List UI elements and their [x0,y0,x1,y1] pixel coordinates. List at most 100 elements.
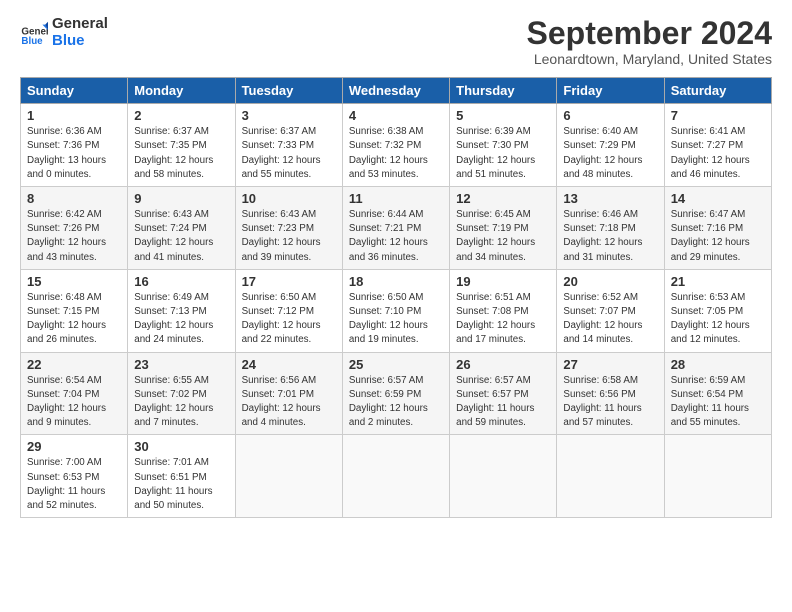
col-tuesday: Tuesday [235,78,342,104]
table-cell: 18Sunrise: 6:50 AM Sunset: 7:10 PM Dayli… [342,269,449,352]
day-info: Sunrise: 6:41 AM Sunset: 7:27 PM Dayligh… [671,125,765,182]
table-cell [450,435,557,518]
day-info: Sunrise: 6:58 AM Sunset: 6:56 PM Dayligh… [563,374,657,431]
day-number: 2 [134,108,228,123]
day-info: Sunrise: 6:38 AM Sunset: 7:32 PM Dayligh… [349,125,443,182]
day-number: 9 [134,191,228,206]
day-number: 23 [134,357,228,372]
day-info: Sunrise: 6:53 AM Sunset: 7:05 PM Dayligh… [671,291,765,348]
table-row: 29 Sunrise: 7:00 AM Sunset: 6:53 PM Dayli… [21,435,772,518]
day-info: Sunrise: 6:40 AM Sunset: 7:29 PM Dayligh… [563,125,657,182]
day-number: 11 [349,191,443,206]
location: Leonardtown, Maryland, United States [527,51,772,67]
logo-icon: General Blue [20,19,48,47]
table-cell [664,435,771,518]
day-info: Sunrise: 6:54 AM Sunset: 7:04 PM Dayligh… [27,374,121,431]
table-row: 8Sunrise: 6:42 AM Sunset: 7:26 PM Daylig… [21,187,772,270]
day-number: 26 [456,357,550,372]
table-cell: 16 Sunrise: 6:49 AM Sunset: 7:13 PM Dayli… [128,269,235,352]
table-cell: 17 Sunrise: 6:50 AM Sunset: 7:12 PM Dayli… [235,269,342,352]
table-cell: 3Sunrise: 6:37 AM Sunset: 7:33 PM Daylig… [235,104,342,187]
table-row: 1 Sunrise: 6:36 AM Sunset: 7:36 PM Daylig… [21,104,772,187]
table-cell: 5 Sunrise: 6:39 AM Sunset: 7:30 PM Daylig… [450,104,557,187]
col-monday: Monday [128,78,235,104]
day-number: 20 [563,274,657,289]
table-row: 22 Sunrise: 6:54 AM Sunset: 7:04 PM Dayli… [21,352,772,435]
table-cell: 20 Sunrise: 6:52 AM Sunset: 7:07 PM Dayli… [557,269,664,352]
table-cell: 14 Sunrise: 6:47 AM Sunset: 7:16 PM Dayli… [664,187,771,270]
day-number: 21 [671,274,765,289]
day-number: 7 [671,108,765,123]
col-sunday: Sunday [21,78,128,104]
day-number: 29 [27,439,121,454]
day-number: 6 [563,108,657,123]
col-saturday: Saturday [664,78,771,104]
table-cell: 1 Sunrise: 6:36 AM Sunset: 7:36 PM Daylig… [21,104,128,187]
day-info: Sunrise: 6:50 AM Sunset: 7:10 PM Dayligh… [349,291,443,348]
day-number: 22 [27,357,121,372]
day-info: Sunrise: 6:37 AM Sunset: 7:35 PM Dayligh… [134,125,228,182]
table-cell: 6 Sunrise: 6:40 AM Sunset: 7:29 PM Daylig… [557,104,664,187]
day-info: Sunrise: 6:48 AM Sunset: 7:15 PM Dayligh… [27,291,121,348]
day-info: Sunrise: 6:44 AM Sunset: 7:21 PM Dayligh… [349,208,443,265]
day-info: Sunrise: 6:59 AM Sunset: 6:54 PM Dayligh… [671,374,765,431]
day-number: 14 [671,191,765,206]
day-info: Sunrise: 6:49 AM Sunset: 7:13 PM Dayligh… [134,291,228,348]
table-cell: 11 Sunrise: 6:44 AM Sunset: 7:21 PM Dayli… [342,187,449,270]
header: General Blue General Blue September 2024… [20,16,772,67]
page: General Blue General Blue September 2024… [0,0,792,528]
day-number: 3 [242,108,336,123]
table-row: 15 Sunrise: 6:48 AM Sunset: 7:15 PM Dayli… [21,269,772,352]
col-wednesday: Wednesday [342,78,449,104]
table-cell: 29 Sunrise: 7:00 AM Sunset: 6:53 PM Dayli… [21,435,128,518]
day-number: 24 [242,357,336,372]
day-info: Sunrise: 7:00 AM Sunset: 6:53 PM Dayligh… [27,456,121,513]
table-cell: 13Sunrise: 6:46 AM Sunset: 7:18 PM Dayli… [557,187,664,270]
day-number: 28 [671,357,765,372]
day-number: 17 [242,274,336,289]
table-cell: 19 Sunrise: 6:51 AM Sunset: 7:08 PM Dayli… [450,269,557,352]
svg-text:Blue: Blue [21,36,43,47]
day-number: 1 [27,108,121,123]
table-cell: 2 Sunrise: 6:37 AM Sunset: 7:35 PM Daylig… [128,104,235,187]
table-cell: 28 Sunrise: 6:59 AM Sunset: 6:54 PM Dayli… [664,352,771,435]
title-block: September 2024 Leonardtown, Maryland, Un… [527,16,772,67]
day-number: 30 [134,439,228,454]
table-cell: 22 Sunrise: 6:54 AM Sunset: 7:04 PM Dayli… [21,352,128,435]
day-number: 19 [456,274,550,289]
day-info: Sunrise: 6:52 AM Sunset: 7:07 PM Dayligh… [563,291,657,348]
table-cell: 24 Sunrise: 6:56 AM Sunset: 7:01 PM Dayli… [235,352,342,435]
day-info: Sunrise: 6:43 AM Sunset: 7:24 PM Dayligh… [134,208,228,265]
table-cell: 4Sunrise: 6:38 AM Sunset: 7:32 PM Daylig… [342,104,449,187]
day-info: Sunrise: 6:51 AM Sunset: 7:08 PM Dayligh… [456,291,550,348]
day-info: Sunrise: 6:43 AM Sunset: 7:23 PM Dayligh… [242,208,336,265]
day-info: Sunrise: 6:55 AM Sunset: 7:02 PM Dayligh… [134,374,228,431]
table-cell: 9 Sunrise: 6:43 AM Sunset: 7:24 PM Daylig… [128,187,235,270]
calendar-header-row: Sunday Monday Tuesday Wednesday Thursday… [21,78,772,104]
day-info: Sunrise: 7:01 AM Sunset: 6:51 PM Dayligh… [134,456,228,513]
table-cell: 27Sunrise: 6:58 AM Sunset: 6:56 PM Dayli… [557,352,664,435]
table-cell: 21 Sunrise: 6:53 AM Sunset: 7:05 PM Dayli… [664,269,771,352]
day-number: 5 [456,108,550,123]
day-info: Sunrise: 6:50 AM Sunset: 7:12 PM Dayligh… [242,291,336,348]
day-info: Sunrise: 6:47 AM Sunset: 7:16 PM Dayligh… [671,208,765,265]
table-cell [342,435,449,518]
table-cell: 8Sunrise: 6:42 AM Sunset: 7:26 PM Daylig… [21,187,128,270]
day-number: 15 [27,274,121,289]
day-info: Sunrise: 6:46 AM Sunset: 7:18 PM Dayligh… [563,208,657,265]
table-cell: 23 Sunrise: 6:55 AM Sunset: 7:02 PM Dayli… [128,352,235,435]
table-cell: 30 Sunrise: 7:01 AM Sunset: 6:51 PM Dayli… [128,435,235,518]
day-number: 16 [134,274,228,289]
day-info: Sunrise: 6:36 AM Sunset: 7:36 PM Dayligh… [27,125,121,182]
table-cell [557,435,664,518]
logo-text-blue: Blue [52,33,108,50]
col-friday: Friday [557,78,664,104]
day-info: Sunrise: 6:45 AM Sunset: 7:19 PM Dayligh… [456,208,550,265]
table-cell: 15 Sunrise: 6:48 AM Sunset: 7:15 PM Dayli… [21,269,128,352]
table-cell: 25Sunrise: 6:57 AM Sunset: 6:59 PM Dayli… [342,352,449,435]
day-info: Sunrise: 6:56 AM Sunset: 7:01 PM Dayligh… [242,374,336,431]
table-cell: 26Sunrise: 6:57 AM Sunset: 6:57 PM Dayli… [450,352,557,435]
day-number: 12 [456,191,550,206]
day-info: Sunrise: 6:39 AM Sunset: 7:30 PM Dayligh… [456,125,550,182]
day-info: Sunrise: 6:57 AM Sunset: 6:59 PM Dayligh… [349,374,443,431]
